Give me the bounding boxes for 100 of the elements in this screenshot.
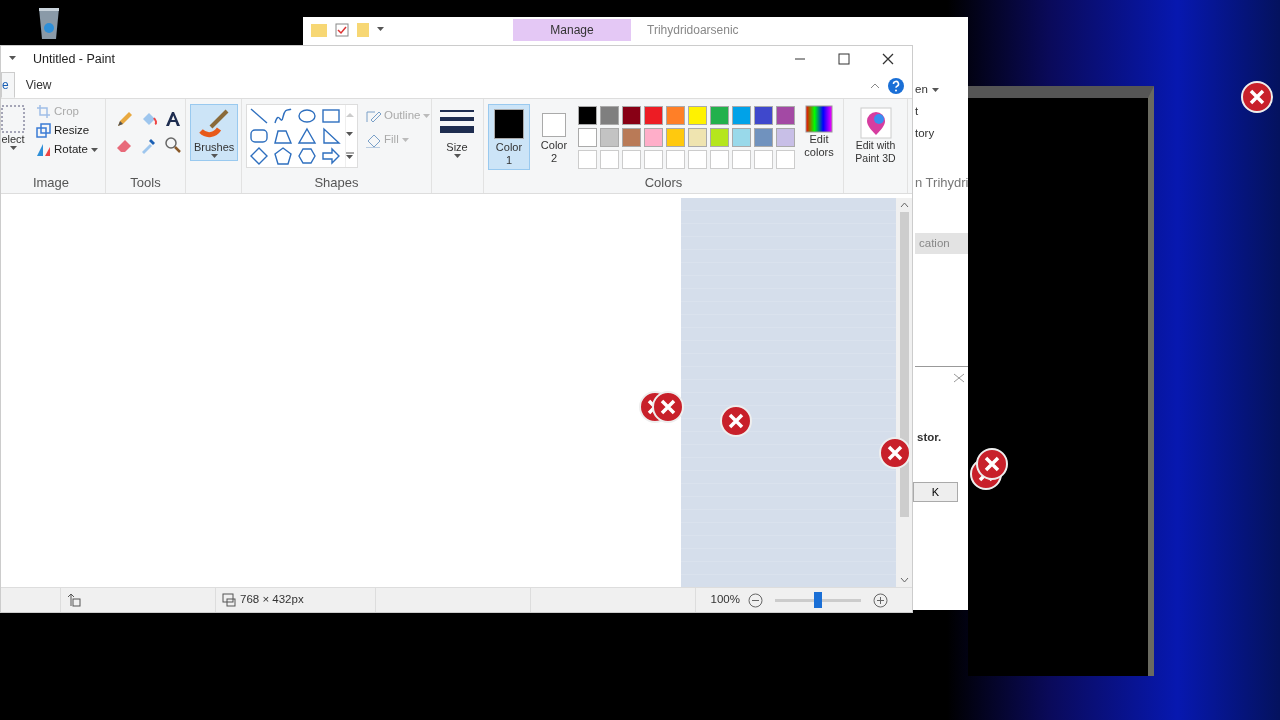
address-text: n Trihydri: [915, 174, 970, 192]
oval-icon[interactable]: [297, 107, 317, 125]
arrow-icon[interactable]: [321, 147, 341, 165]
empty-swatch[interactable]: [754, 150, 773, 169]
line-width-icon: [440, 109, 474, 135]
error-icon: [976, 448, 1008, 480]
color-swatch[interactable]: [600, 106, 619, 125]
zoom-in-icon[interactable]: [873, 592, 888, 608]
color-swatch[interactable]: [578, 106, 597, 125]
empty-swatch[interactable]: [666, 150, 685, 169]
color-swatch[interactable]: [666, 106, 685, 125]
color-swatch[interactable]: [754, 106, 773, 125]
ribbon-button[interactable]: Rotate: [33, 140, 101, 159]
color-swatch[interactable]: [688, 128, 707, 147]
paint-3d-icon: [859, 107, 892, 139]
ribbon-label[interactable]: en: [915, 81, 928, 99]
color-swatch[interactable]: [776, 106, 795, 125]
zoom-text: 100%: [710, 592, 740, 608]
caret-icon: [931, 88, 939, 92]
color-swatch[interactable]: [644, 106, 663, 125]
group-label: Shapes: [313, 174, 360, 192]
scroll-up-icon[interactable]: [899, 202, 909, 208]
color-swatch[interactable]: [600, 128, 619, 147]
diamond-icon[interactable]: [249, 147, 269, 165]
paint-3d-button[interactable]: Edit with Paint 3D: [844, 104, 907, 168]
brushes-button[interactable]: Brushes: [190, 104, 239, 162]
rotate-icon: [36, 142, 51, 157]
color-swatch[interactable]: [578, 128, 597, 147]
edit-colors-button[interactable]: Edit colors: [798, 102, 840, 163]
spectrum-icon: [805, 105, 833, 133]
color-swatch[interactable]: [622, 106, 641, 125]
color-button[interactable]: Color 1: [488, 104, 530, 171]
scrollbar-thumb[interactable]: [899, 212, 909, 517]
color-swatch[interactable]: [666, 128, 685, 147]
caret-icon: [210, 154, 218, 159]
polygon-icon[interactable]: [273, 127, 293, 145]
color-swatch[interactable]: [710, 128, 729, 147]
properties-icon[interactable]: [335, 22, 349, 37]
color-swatch[interactable]: [644, 128, 663, 147]
color-swatch[interactable]: [732, 128, 751, 147]
magnifier-icon[interactable]: [164, 136, 182, 154]
color-swatch[interactable]: [754, 128, 773, 147]
color-swatch[interactable]: [622, 128, 641, 147]
scrollbar[interactable]: [896, 198, 912, 587]
resize-icon: [36, 123, 51, 138]
error-icon: [652, 391, 684, 423]
triangle-icon[interactable]: [297, 127, 317, 145]
pentagon-icon[interactable]: [273, 147, 293, 165]
ribbon-label[interactable]: tory: [915, 125, 935, 143]
ribbon-tab[interactable]: e: [1, 72, 15, 98]
scroll-down-icon[interactable]: [899, 577, 909, 583]
color-picker-icon[interactable]: [140, 136, 158, 154]
empty-swatch[interactable]: [644, 150, 663, 169]
caret-icon: [9, 146, 17, 151]
scroll-down-icon[interactable]: [346, 132, 354, 138]
close-icon[interactable]: [882, 53, 894, 65]
color-swatch[interactable]: [732, 106, 751, 125]
empty-swatch[interactable]: [600, 150, 619, 169]
color-swatch[interactable]: [776, 128, 795, 147]
curve-icon[interactable]: [273, 107, 293, 125]
collapse-icon[interactable]: [870, 83, 880, 89]
empty-swatch[interactable]: [710, 150, 729, 169]
group-label: Image: [31, 174, 71, 192]
dialog-text: stor.: [917, 429, 942, 445]
hexagon-icon[interactable]: [297, 147, 317, 165]
ribbon-button[interactable]: Resize: [33, 121, 101, 140]
rounded-rectangle-icon[interactable]: [249, 127, 269, 145]
dropdown-icon[interactable]: [377, 26, 385, 33]
right-triangle-icon[interactable]: [321, 127, 341, 145]
text-icon[interactable]: [164, 110, 182, 128]
caret-icon: [453, 154, 461, 159]
select-button[interactable]: elect: [0, 102, 29, 154]
help-icon[interactable]: [888, 78, 904, 94]
color-button[interactable]: Color 2: [533, 104, 575, 169]
dropdown-icon[interactable]: [9, 56, 17, 62]
window-title: Untitled - Paint: [33, 50, 115, 68]
ribbon-tab[interactable]: View: [14, 72, 63, 98]
ok-button[interactable]: K: [913, 481, 958, 503]
maximize-icon[interactable]: [838, 53, 850, 65]
size-button[interactable]: Size: [436, 106, 478, 162]
empty-swatch[interactable]: [688, 150, 707, 169]
color-swatch[interactable]: [688, 106, 707, 125]
empty-swatch[interactable]: [578, 150, 597, 169]
empty-swatch[interactable]: [776, 150, 795, 169]
color-swatch[interactable]: [710, 106, 729, 125]
ribbon-label[interactable]: t: [915, 103, 919, 121]
cursor-position-icon: [67, 593, 81, 607]
zoom-out-icon[interactable]: [748, 592, 763, 608]
zoom-slider-thumb[interactable]: [814, 591, 822, 608]
empty-swatch[interactable]: [732, 150, 751, 169]
empty-swatch[interactable]: [622, 150, 641, 169]
caret-icon: [423, 114, 431, 118]
rectangle-icon[interactable]: [321, 107, 341, 125]
error-icon: [1241, 81, 1273, 113]
ribbon-tab[interactable]: Manage: [513, 18, 631, 41]
crop-icon: [36, 104, 51, 119]
more-icon[interactable]: [346, 152, 354, 160]
line-icon[interactable]: [249, 107, 269, 125]
window-title: Trihydridoarsenic: [647, 21, 739, 39]
pencil-icon[interactable]: [116, 110, 134, 128]
